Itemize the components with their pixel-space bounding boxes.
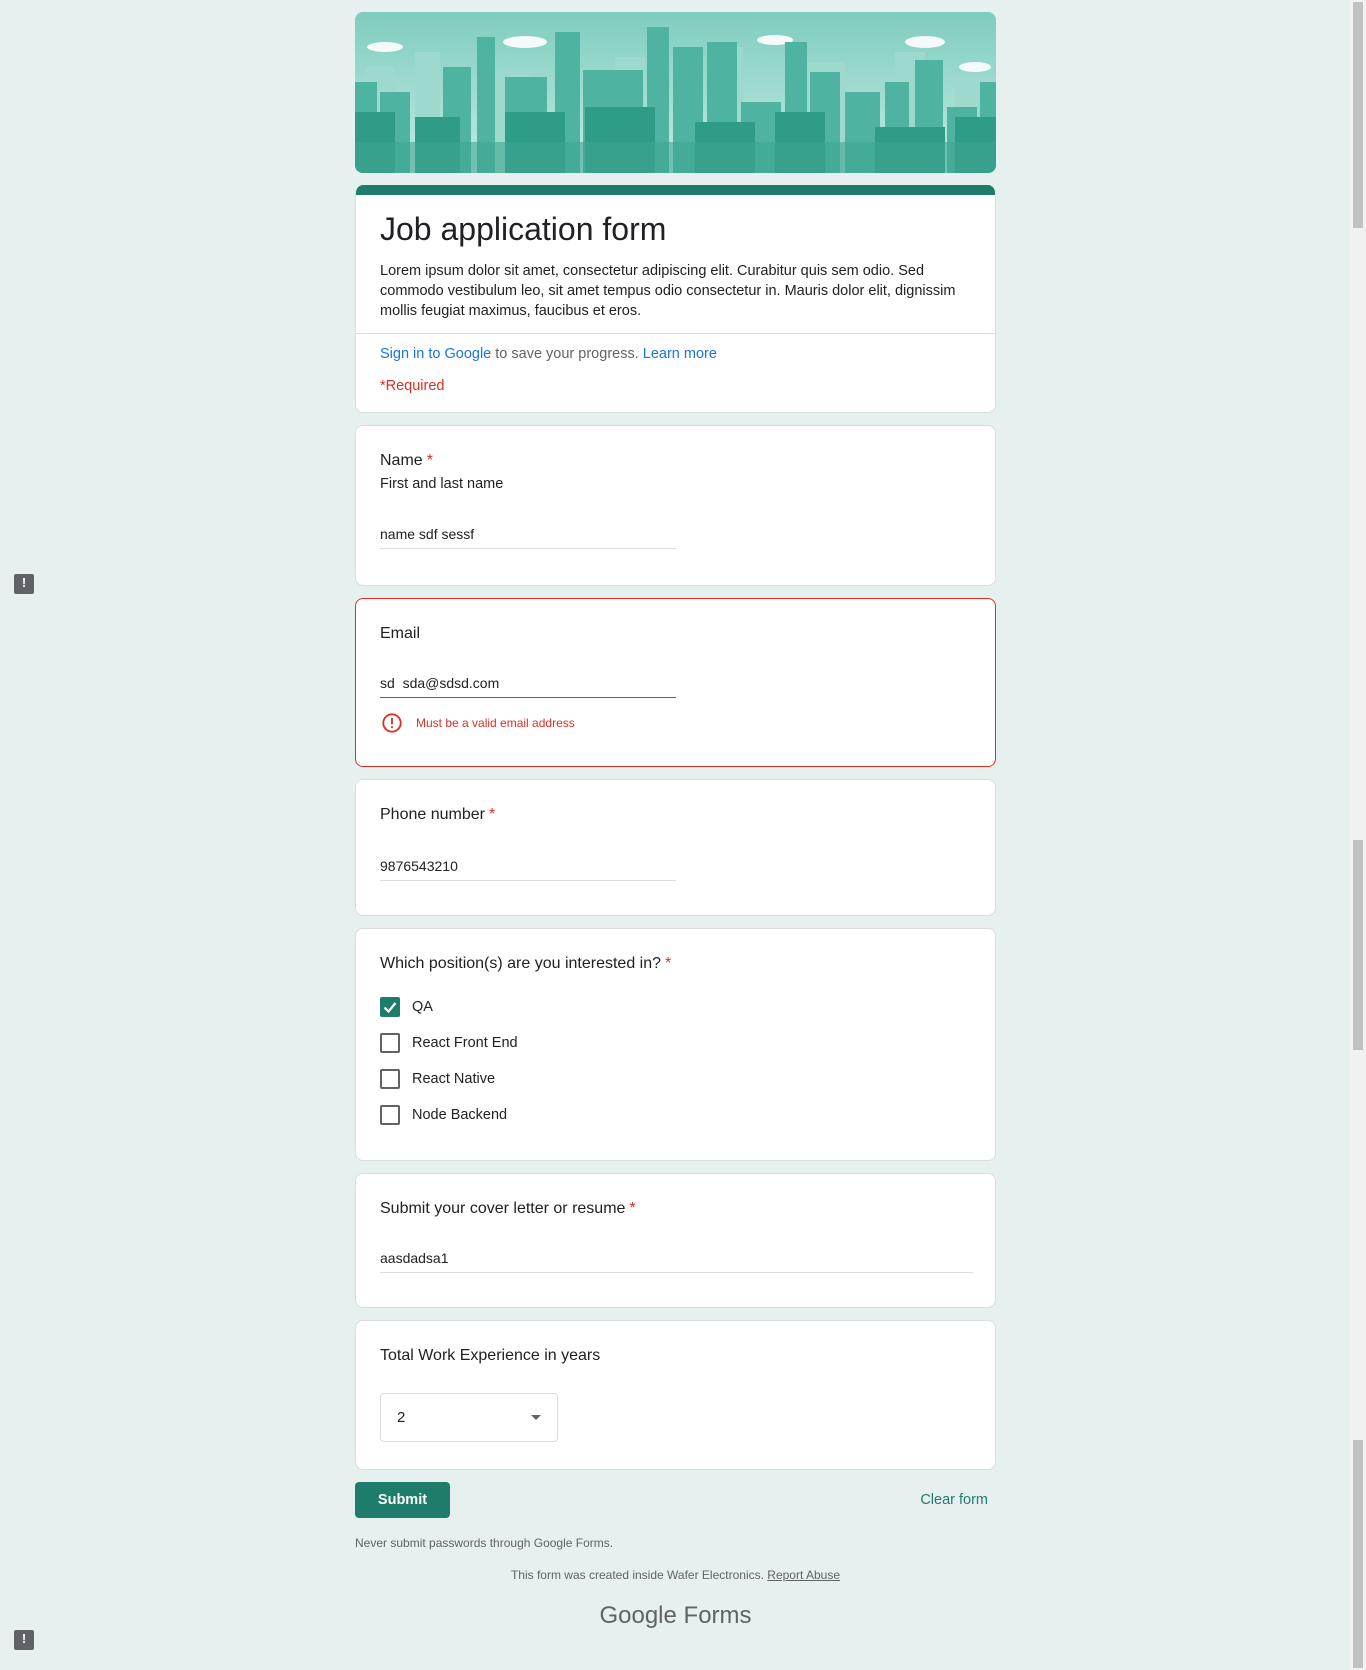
checkbox-label: React Front End (412, 1035, 518, 1051)
email-error: Must be a valid email address (380, 712, 971, 734)
dropdown-caret-icon (531, 1415, 541, 1420)
question-title: Email (380, 625, 421, 642)
experience-dropdown[interactable]: 2 (380, 1393, 558, 1442)
checkbox-option-qa[interactable]: QA (380, 989, 971, 1025)
accent-bar (356, 185, 995, 195)
question-positions-card: Which position(s) are you interested in?… (355, 928, 996, 1161)
question-title-text: Name (380, 452, 423, 469)
checkbox-option-node-backend[interactable]: Node Backend (380, 1097, 971, 1133)
logo-forms: Forms (683, 1602, 752, 1629)
sign-in-link[interactable]: Sign in to Google (380, 346, 491, 362)
checkbox-option-react-front-end[interactable]: React Front End (380, 1025, 971, 1061)
phone-input[interactable] (380, 854, 676, 881)
error-message: Must be a valid email address (416, 716, 575, 730)
dropdown-selected-value: 2 (397, 1409, 406, 1426)
checkbox-label: React Native (412, 1071, 496, 1087)
header-banner-image (355, 12, 996, 173)
question-title-text: Phone number (380, 806, 485, 823)
question-resume-card: Submit your cover letter or resume * (355, 1173, 996, 1308)
resume-input[interactable] (380, 1246, 973, 1273)
question-name-card: Name * First and last name (355, 425, 996, 586)
google-forms-logo: Google Forms (355, 1602, 996, 1630)
required-note: *Required (380, 378, 445, 394)
question-title-text: Submit your cover letter or resume (380, 1200, 626, 1217)
required-star: * (488, 806, 496, 823)
scroll-thumb[interactable] (1353, 840, 1363, 1050)
feedback-icon[interactable]: ! (14, 574, 34, 594)
checkbox-group: QA React Front End React Native Node Bac… (380, 989, 971, 1133)
clear-form-button[interactable]: Clear form (920, 1492, 988, 1508)
question-title: Name * (380, 450, 971, 472)
learn-more-link[interactable]: Learn more (643, 346, 717, 362)
question-title: Which position(s) are you interested in?… (380, 953, 971, 975)
form-container: Job application form Lorem ipsum dolor s… (355, 12, 996, 1630)
form-header-card: Job application form Lorem ipsum dolor s… (355, 185, 996, 413)
error-circle-icon (382, 713, 402, 733)
sign-in-notice: Sign in to Google to save your progress.… (356, 334, 995, 412)
scroll-thumb[interactable] (1353, 2, 1363, 228)
question-help-text: First and last name (380, 476, 504, 492)
form-title: Job application form (380, 211, 667, 247)
checkbox-label: QA (412, 999, 433, 1015)
question-title: Total Work Experience in years (380, 1347, 601, 1364)
report-abuse-link[interactable]: Report Abuse (767, 1568, 840, 1582)
checkbox-option-react-native[interactable]: React Native (380, 1061, 971, 1097)
checkbox-label: Node Backend (412, 1107, 508, 1123)
required-star: * (629, 1200, 636, 1217)
feedback-icon[interactable]: ! (14, 1630, 34, 1650)
scroll-thumb[interactable] (1353, 1440, 1363, 1668)
checkbox[interactable] (380, 1105, 400, 1125)
question-title: Phone number * (380, 804, 971, 826)
required-star: * (426, 452, 433, 469)
scrollbar[interactable] (1350, 0, 1366, 1670)
checkmark-icon (383, 1002, 397, 1014)
created-text: This form was created inside Wafer Elect… (510, 1568, 764, 1582)
submit-button[interactable]: Submit (355, 1482, 450, 1518)
sign-in-text: to save your progress. (491, 346, 643, 362)
question-email-card: Email Must be a valid email address (355, 598, 996, 767)
question-phone-card: Phone number * (355, 779, 996, 916)
required-star: * (665, 955, 672, 972)
email-input[interactable] (380, 671, 676, 698)
question-experience-card: Total Work Experience in years 2 (355, 1320, 996, 1470)
form-description: Lorem ipsum dolor sit amet, consectetur … (380, 263, 956, 319)
question-title: Submit your cover letter or resume * (380, 1198, 971, 1220)
question-title-text: Which position(s) are you interested in? (380, 955, 662, 972)
logo-google: Google (599, 1602, 677, 1629)
checkbox[interactable] (380, 997, 400, 1017)
checkbox[interactable] (380, 1069, 400, 1089)
created-notice: This form was created inside Wafer Elect… (355, 1568, 996, 1582)
form-actions: Submit Clear form (355, 1482, 996, 1518)
checkbox[interactable] (380, 1033, 400, 1053)
password-warning: Never submit passwords through Google Fo… (355, 1536, 614, 1550)
name-input[interactable] (380, 522, 676, 549)
